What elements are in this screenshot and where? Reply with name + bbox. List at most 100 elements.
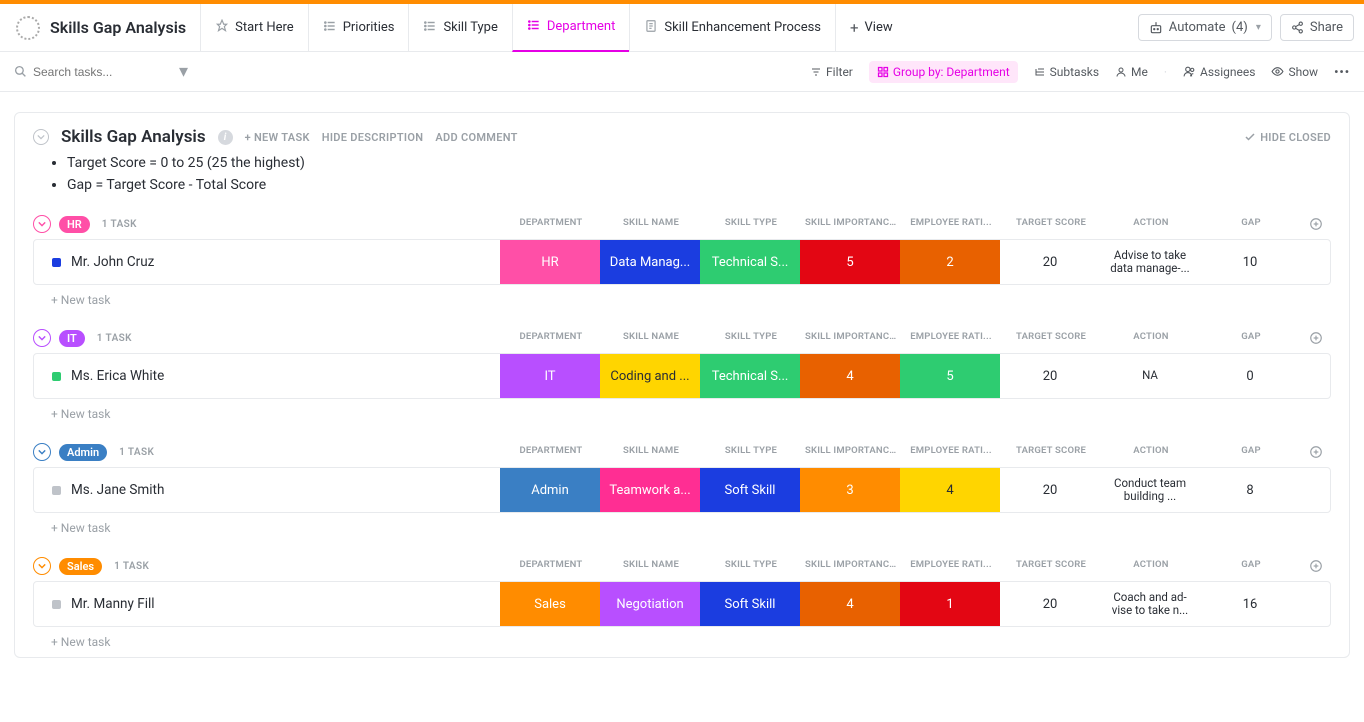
column-header[interactable]: EMPLOYEE RATI...	[901, 559, 1001, 573]
automate-button[interactable]: Automate (4) ▾	[1138, 14, 1272, 41]
add-comment-button[interactable]: ADD COMMENT	[435, 131, 517, 144]
group-pill[interactable]: IT	[59, 330, 85, 347]
column-header[interactable]: TARGET SCORE	[1001, 217, 1101, 231]
task-name-cell[interactable]: Mr. Manny Fill	[34, 582, 500, 626]
data-cell[interactable]: Sales	[500, 582, 600, 626]
status-icon[interactable]	[52, 372, 61, 381]
column-header[interactable]: EMPLOYEE RATI...	[901, 331, 1001, 345]
data-cell[interactable]: Data Manag...	[600, 240, 700, 284]
data-cell[interactable]: 5	[800, 240, 900, 284]
column-header[interactable]: TARGET SCORE	[1001, 445, 1101, 459]
data-cell[interactable]: Technical S...	[700, 240, 800, 284]
hide-description-button[interactable]: HIDE DESCRIPTION	[322, 131, 424, 144]
column-header[interactable]: GAP	[1201, 445, 1301, 459]
data-cell[interactable]: 4	[800, 354, 900, 398]
section-collapse-button[interactable]	[33, 129, 49, 145]
column-header[interactable]: EMPLOYEE RATI...	[901, 217, 1001, 231]
column-header[interactable]: GAP	[1201, 217, 1301, 231]
data-cell[interactable]: 20	[1000, 354, 1100, 398]
data-cell[interactable]: 4	[800, 582, 900, 626]
data-cell[interactable]: 20	[1000, 582, 1100, 626]
data-cell[interactable]: 20	[1000, 468, 1100, 512]
column-header[interactable]: SKILL NAME	[601, 445, 701, 459]
filter-button[interactable]: Filter	[810, 65, 853, 79]
group-collapse-button[interactable]	[33, 557, 51, 575]
task-name-cell[interactable]: Ms. Erica White	[34, 354, 500, 398]
group-pill[interactable]: HR	[59, 216, 90, 233]
new-task-button[interactable]: + New task	[33, 627, 1331, 649]
column-header[interactable]: SKILL TYPE	[701, 445, 801, 459]
show-button[interactable]: Show	[1271, 65, 1318, 79]
column-header[interactable]: SKILL NAME	[601, 331, 701, 345]
column-header[interactable]: ACTION	[1101, 331, 1201, 345]
column-header[interactable]: SKILL TYPE	[701, 217, 801, 231]
share-button[interactable]: Share	[1280, 14, 1354, 41]
data-cell[interactable]: NA	[1100, 354, 1200, 398]
data-cell[interactable]: 10	[1200, 240, 1300, 284]
search-input[interactable]	[33, 65, 173, 79]
data-cell[interactable]: Coach and ad-vise to take n...	[1100, 582, 1200, 626]
task-row[interactable]: Mr. Manny FillSalesNegotiationSoft Skill…	[33, 581, 1331, 627]
data-cell[interactable]: 16	[1200, 582, 1300, 626]
data-cell[interactable]: 3	[800, 468, 900, 512]
hide-closed-button[interactable]: HIDE CLOSED	[1244, 131, 1331, 144]
group-pill[interactable]: Sales	[59, 558, 102, 575]
column-header[interactable]: DEPARTMENT	[501, 331, 601, 345]
assignees-button[interactable]: Assignees	[1183, 65, 1255, 79]
column-header[interactable]: ACTION	[1101, 217, 1201, 231]
data-cell[interactable]: 2	[900, 240, 1000, 284]
new-task-button[interactable]: + New task	[33, 513, 1331, 535]
search-chevron-icon[interactable]: ▾	[179, 61, 188, 82]
column-header[interactable]: TARGET SCORE	[1001, 331, 1101, 345]
column-header[interactable]: DEPARTMENT	[501, 559, 601, 573]
add-column-button[interactable]	[1301, 331, 1331, 345]
column-header[interactable]: GAP	[1201, 331, 1301, 345]
tab-department[interactable]: Department	[512, 4, 630, 52]
data-cell[interactable]: Negotiation	[600, 582, 700, 626]
add-column-button[interactable]	[1301, 445, 1331, 459]
data-cell[interactable]: 5	[900, 354, 1000, 398]
task-row[interactable]: Ms. Erica WhiteITCoding and ...Technical…	[33, 353, 1331, 399]
column-header[interactable]: ACTION	[1101, 559, 1201, 573]
data-cell[interactable]: Technical S...	[700, 354, 800, 398]
task-name-cell[interactable]: Ms. Jane Smith	[34, 468, 500, 512]
data-cell[interactable]: Conduct team building ...	[1100, 468, 1200, 512]
data-cell[interactable]: Coding and ...	[600, 354, 700, 398]
column-header[interactable]: DEPARTMENT	[501, 217, 601, 231]
more-button[interactable]: •••	[1334, 65, 1350, 79]
column-header[interactable]: ACTION	[1101, 445, 1201, 459]
group-collapse-button[interactable]	[33, 443, 51, 461]
group-by-button[interactable]: Group by: Department	[869, 61, 1018, 83]
task-row[interactable]: Ms. Jane SmithAdminTeamwork a...Soft Ski…	[33, 467, 1331, 513]
new-task-button[interactable]: + New task	[33, 285, 1331, 307]
data-cell[interactable]: 8	[1200, 468, 1300, 512]
tab-skill-type[interactable]: Skill Type	[408, 4, 511, 52]
new-task-button[interactable]: + NEW TASK	[245, 131, 310, 144]
column-header[interactable]: GAP	[1201, 559, 1301, 573]
task-name-cell[interactable]: Mr. John Cruz	[34, 240, 500, 284]
data-cell[interactable]: HR	[500, 240, 600, 284]
data-cell[interactable]: IT	[500, 354, 600, 398]
tab-start-here[interactable]: Start Here	[200, 4, 308, 52]
subtasks-button[interactable]: Subtasks	[1034, 65, 1099, 79]
new-task-button[interactable]: + New task	[33, 399, 1331, 421]
column-header[interactable]: SKILL IMPORTANC...	[801, 445, 901, 459]
data-cell[interactable]: Soft Skill	[700, 468, 800, 512]
column-header[interactable]: SKILL NAME	[601, 217, 701, 231]
group-pill[interactable]: Admin	[59, 444, 107, 461]
data-cell[interactable]: 1	[900, 582, 1000, 626]
column-header[interactable]: SKILL IMPORTANC...	[801, 331, 901, 345]
column-header[interactable]: SKILL TYPE	[701, 331, 801, 345]
data-cell[interactable]: 0	[1200, 354, 1300, 398]
add-column-button[interactable]	[1301, 559, 1331, 573]
me-button[interactable]: Me	[1115, 65, 1148, 79]
column-header[interactable]: EMPLOYEE RATI...	[901, 445, 1001, 459]
data-cell[interactable]: Teamwork a...	[600, 468, 700, 512]
data-cell[interactable]: 20	[1000, 240, 1100, 284]
data-cell[interactable]: Admin	[500, 468, 600, 512]
column-header[interactable]: SKILL IMPORTANC...	[801, 217, 901, 231]
tab-skill-enhancement-process[interactable]: Skill Enhancement Process	[629, 4, 835, 52]
column-header[interactable]: SKILL TYPE	[701, 559, 801, 573]
info-icon[interactable]: i	[218, 130, 233, 145]
tab-priorities[interactable]: Priorities	[308, 4, 409, 52]
